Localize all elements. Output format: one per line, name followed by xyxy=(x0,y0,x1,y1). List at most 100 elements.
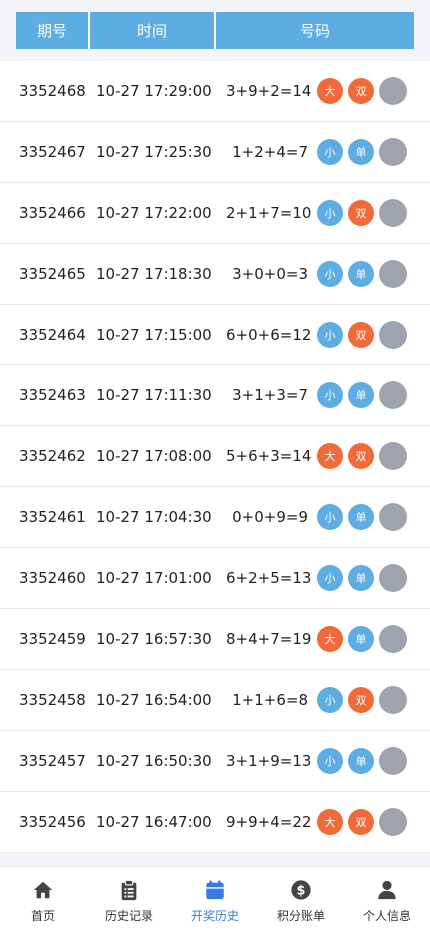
draw-time: 10-27 17:25:30 xyxy=(96,142,212,161)
tab-label: 积分账单 xyxy=(276,909,325,923)
user-icon xyxy=(378,880,396,900)
dollar-coin-icon: $ xyxy=(291,880,311,900)
draw-history-list: 3352468 10-27 17:29:00 3+9+2=14 大双 3352467 10… xyxy=(0,61,430,853)
table-row: 3352462 10-27 17:08:00 5+6+3=14 大双 xyxy=(0,426,430,488)
size-badge: 小 xyxy=(317,747,343,774)
draw-sum: 3+9+2=14 xyxy=(226,81,312,100)
draw-time: 10-27 17:15:00 xyxy=(96,325,212,344)
tab-home[interactable]: 首页 xyxy=(0,879,86,924)
table-row: 3352465 10-27 17:18:30 3+0+0=3 小单 xyxy=(0,244,430,305)
draw-time: 10-27 17:08:00 xyxy=(96,447,212,466)
parity-badge: 双 xyxy=(348,808,374,835)
extra-badge xyxy=(379,259,407,288)
size-badge: 小 xyxy=(317,382,343,409)
tab-points-bill[interactable]: $ 积分账单 xyxy=(258,879,344,924)
parity-badge: 单 xyxy=(348,260,374,287)
draw-time: 10-27 17:01:00 xyxy=(96,569,212,588)
size-badge: 小 xyxy=(317,565,343,592)
clipboard-icon xyxy=(121,879,137,901)
draw-time: 10-27 17:11:30 xyxy=(96,386,212,405)
parity-badge: 单 xyxy=(348,565,374,592)
issue-number: 3352463 xyxy=(19,386,86,405)
size-badge: 大 xyxy=(317,808,343,835)
extra-badge xyxy=(379,685,407,714)
tab-draw-history[interactable]: 开奖历史 xyxy=(172,879,258,924)
draw-sum: 8+4+7=19 xyxy=(226,629,312,648)
table-row: 3352459 10-27 16:57:30 8+4+7=19 大单 xyxy=(0,609,430,670)
issue-number: 3352467 xyxy=(19,142,86,161)
issue-number: 3352456 xyxy=(19,812,86,831)
size-badge: 大 xyxy=(317,443,343,470)
issue-number: 3352465 xyxy=(19,264,86,283)
parity-badge: 单 xyxy=(348,747,374,774)
extra-badge xyxy=(379,564,407,593)
parity-badge: 双 xyxy=(348,321,374,348)
parity-badge: 单 xyxy=(348,504,374,531)
tab-label: 开奖历史 xyxy=(190,909,239,923)
extra-badge xyxy=(379,76,407,105)
extra-badge xyxy=(379,442,407,471)
parity-badge: 双 xyxy=(348,686,374,713)
extra-badge xyxy=(379,746,407,775)
bottom-tab-bar: 首页 历史记录 开奖历史 $ 积分账单 个人信息 xyxy=(0,866,430,932)
size-badge: 小 xyxy=(317,321,343,348)
issue-number: 3352462 xyxy=(19,447,86,466)
table-row: 3352458 10-27 16:54:00 1+1+6=8 小双 xyxy=(0,670,430,731)
svg-text:$: $ xyxy=(297,884,306,899)
draw-sum: 3+0+0=3 xyxy=(232,264,308,283)
issue-number: 3352466 xyxy=(19,203,86,222)
draw-time: 10-27 16:54:00 xyxy=(96,690,212,709)
calendar-icon xyxy=(206,880,224,900)
size-badge: 小 xyxy=(317,199,343,226)
issue-number: 3352460 xyxy=(19,569,86,588)
tab-label: 个人信息 xyxy=(362,909,411,923)
issue-number: 3352458 xyxy=(19,690,86,709)
draw-sum: 5+6+3=14 xyxy=(226,447,312,466)
tab-label: 历史记录 xyxy=(104,909,153,923)
draw-sum: 1+1+6=8 xyxy=(232,690,308,709)
draw-sum: 6+0+6=12 xyxy=(226,325,312,344)
size-badge: 小 xyxy=(317,260,343,287)
draw-sum: 3+1+3=7 xyxy=(232,386,308,405)
draw-sum: 9+9+4=22 xyxy=(226,812,312,831)
issue-number: 3352468 xyxy=(19,81,86,100)
parity-badge: 单 xyxy=(348,382,374,409)
extra-badge xyxy=(379,503,407,532)
extra-badge xyxy=(379,624,407,653)
parity-badge: 双 xyxy=(348,443,374,470)
extra-badge xyxy=(379,137,407,166)
draw-time: 10-27 17:29:00 xyxy=(96,81,212,100)
size-badge: 小 xyxy=(317,138,343,165)
tab-profile[interactable]: 个人信息 xyxy=(344,879,430,924)
extra-badge xyxy=(379,807,407,836)
draw-time: 10-27 16:57:30 xyxy=(96,629,212,648)
tab-label: 首页 xyxy=(30,909,55,923)
table-row: 3352468 10-27 17:29:00 3+9+2=14 大双 xyxy=(0,61,430,122)
size-badge: 小 xyxy=(317,686,343,713)
table-row: 3352457 10-27 16:50:30 3+1+9=13 小单 xyxy=(0,731,430,792)
size-badge: 小 xyxy=(317,504,343,531)
parity-badge: 双 xyxy=(348,199,374,226)
tab-history-records[interactable]: 历史记录 xyxy=(86,879,172,924)
draw-sum: 6+2+5=13 xyxy=(226,569,312,588)
draw-sum: 1+2+4=7 xyxy=(232,142,308,161)
draw-sum: 0+0+9=9 xyxy=(232,508,308,527)
parity-badge: 单 xyxy=(348,625,374,652)
table-row: 3352460 10-27 17:01:00 6+2+5=13 小单 xyxy=(0,548,430,610)
table-row: 3352464 10-27 17:15:00 6+0+6=12 小双 xyxy=(0,305,430,366)
extra-badge xyxy=(379,320,407,349)
header-time: 时间 xyxy=(88,12,214,49)
table-row: 3352466 10-27 17:22:00 2+1+7=10 小双 xyxy=(0,183,430,244)
issue-number: 3352459 xyxy=(19,629,86,648)
header-numbers: 号码 xyxy=(214,12,414,49)
size-badge: 大 xyxy=(317,77,343,104)
home-icon xyxy=(33,881,53,899)
parity-badge: 双 xyxy=(348,77,374,104)
header-issue: 期号 xyxy=(36,22,67,40)
parity-badge: 单 xyxy=(348,138,374,165)
table-row: 3352467 10-27 17:25:30 1+2+4=7 小单 xyxy=(0,122,430,183)
draw-sum: 3+1+9=13 xyxy=(226,751,312,770)
issue-number: 3352457 xyxy=(19,751,86,770)
size-badge: 大 xyxy=(317,625,343,652)
issue-number: 3352464 xyxy=(19,325,86,344)
